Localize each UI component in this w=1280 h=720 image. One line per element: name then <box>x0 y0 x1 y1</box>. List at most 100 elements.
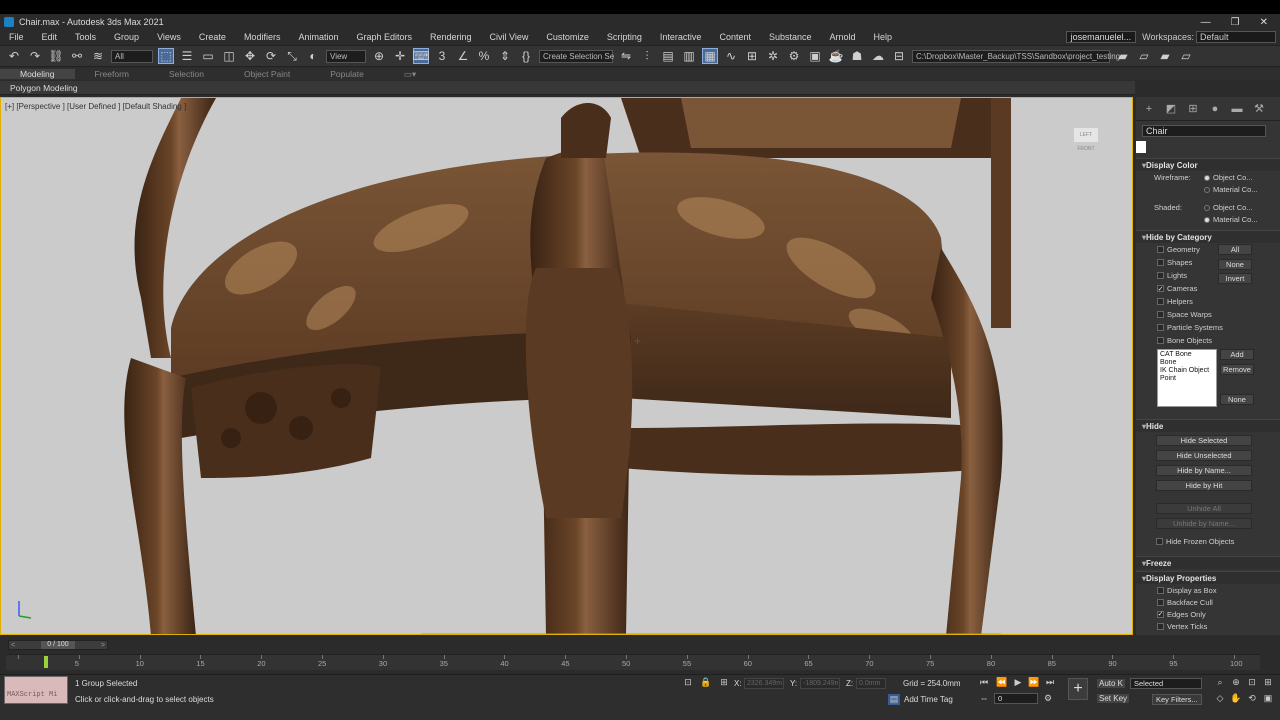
checkbox-checked[interactable]: ✓ <box>1157 610 1164 618</box>
project-folder-icon[interactable]: ▰ <box>1115 48 1131 64</box>
object-name-field[interactable]: Chair <box>1142 125 1266 137</box>
select-by-name-icon[interactable]: ☰ <box>179 48 195 64</box>
list-item[interactable]: IK Chain Object <box>1160 367 1214 375</box>
edges-only-row[interactable]: ✓ Edges Only <box>1151 608 1280 620</box>
zoom-icon[interactable]: ⌕ <box>1214 677 1226 688</box>
checkbox[interactable] <box>1157 337 1164 344</box>
checkbox[interactable] <box>1157 622 1164 630</box>
display-as-box-row[interactable]: Display as Box <box>1151 584 1280 596</box>
checkbox[interactable] <box>1157 586 1164 594</box>
hide-selected-button[interactable]: Hide Selected <box>1156 435 1252 446</box>
menu-rendering[interactable]: Rendering <box>421 32 481 42</box>
go-to-start-icon[interactable]: ⏮ <box>978 677 990 688</box>
selection-region-icon[interactable]: ▭ <box>200 48 216 64</box>
category-space-warps[interactable]: Space Warps <box>1151 308 1280 321</box>
menu-civil-view[interactable]: Civil View <box>481 32 538 42</box>
snaps-toggle-icon[interactable]: 3 <box>434 48 450 64</box>
track-bar[interactable]: 5 10 15 20 25 30 35 40 45 50 55 60 65 70 75 80 85 90 95 100 <box>6 654 1260 670</box>
hide-by-name-button[interactable]: Hide by Name... <box>1156 465 1252 476</box>
category-shapes[interactable]: Shapes <box>1151 256 1280 269</box>
render-in-cloud-icon[interactable]: ☁ <box>870 48 886 64</box>
toggle-ribbon-icon[interactable]: ▦ <box>702 48 718 64</box>
window-crossing-icon[interactable]: ◫ <box>221 48 237 64</box>
time-slider[interactable]: < 0 / 100 > <box>8 640 108 650</box>
absolute-mode-icon[interactable]: ⊞ <box>718 677 730 688</box>
mirror-icon[interactable]: ⇋ <box>618 48 634 64</box>
curve-editor-icon[interactable]: ∿ <box>723 48 739 64</box>
menu-tools[interactable]: Tools <box>66 32 105 42</box>
create-tab-icon[interactable]: + <box>1142 103 1156 115</box>
hide-frozen-row[interactable]: Hide Frozen Objects <box>1136 535 1280 548</box>
freeze-rollout[interactable]: Freeze <box>1136 556 1280 569</box>
render-setup-icon[interactable]: ⚙ <box>786 48 802 64</box>
render-production-icon[interactable]: ☕ <box>828 48 844 64</box>
reference-coordinate-dropdown[interactable]: View <box>326 49 366 63</box>
auto-key-button[interactable]: Auto K <box>1097 679 1126 688</box>
checkbox-checked[interactable]: ✓ <box>1157 285 1164 293</box>
minimize-button[interactable]: — <box>1201 17 1211 28</box>
checkbox[interactable] <box>1157 324 1164 331</box>
next-frame-icon[interactable]: ⏩ <box>1028 677 1040 688</box>
a360-gallery-icon[interactable]: ⊟ <box>891 48 907 64</box>
tab-selection[interactable]: Selection <box>149 69 224 79</box>
menu-help[interactable]: Help <box>865 32 902 42</box>
set-key-icon[interactable]: + <box>1068 678 1088 700</box>
previous-frame-icon[interactable]: ⏪ <box>996 677 1008 688</box>
checkbox[interactable] <box>1157 272 1164 279</box>
viewcube[interactable]: LEFT FRONT <box>1074 128 1098 152</box>
bone-type-list[interactable]: CAT Bone Bone IK Chain Object Point <box>1157 349 1217 407</box>
time-slider-value[interactable]: 0 / 100 <box>41 641 75 649</box>
spinner-snap-icon[interactable]: ⇕ <box>497 48 513 64</box>
hide-by-hit-button[interactable]: Hide by Hit <box>1156 480 1252 491</box>
go-to-end-icon[interactable]: ⏭ <box>1044 677 1056 688</box>
add-time-tag[interactable]: Add Time Tag <box>904 695 953 704</box>
pivot-center-icon[interactable]: ⊕ <box>371 48 387 64</box>
play-icon[interactable]: ▶ <box>1012 677 1024 688</box>
schematic-view-icon[interactable]: ⊞ <box>744 48 760 64</box>
current-frame-field[interactable]: 0 <box>994 693 1038 704</box>
category-all-button[interactable]: All <box>1218 244 1252 255</box>
user-account-dropdown[interactable]: josemanuelel... <box>1065 31 1137 43</box>
ribbon-options-icon[interactable]: ▭▾ <box>384 69 436 80</box>
time-tag-icon[interactable]: ▤ <box>888 694 900 705</box>
object-color-swatch[interactable] <box>1136 141 1146 153</box>
hide-by-category-rollout[interactable]: Hide by Category <box>1136 230 1280 243</box>
select-manipulate-icon[interactable]: ✛ <box>392 48 408 64</box>
y-coordinate-field[interactable]: -1809.249n <box>800 678 840 689</box>
maximize-viewport-icon[interactable]: ▣ <box>1262 693 1274 704</box>
vertex-ticks-row[interactable]: Vertex Ticks <box>1151 620 1280 632</box>
category-helpers[interactable]: Helpers <box>1151 295 1280 308</box>
edit-named-selection-icon[interactable]: {} <box>518 48 534 64</box>
link-icon[interactable]: ⛓ <box>48 48 64 64</box>
angle-snap-icon[interactable]: ∠ <box>455 48 471 64</box>
category-invert-button[interactable]: Invert <box>1218 273 1252 284</box>
unlink-icon[interactable]: ⚯ <box>69 48 85 64</box>
modify-tab-icon[interactable]: ◩ <box>1164 102 1178 115</box>
select-object-icon[interactable]: ⬚ <box>158 48 174 64</box>
key-mode-icon[interactable]: ⇔ <box>978 693 990 704</box>
open-folder-icon[interactable]: ▱ <box>1136 48 1152 64</box>
undo-icon[interactable]: ↶ <box>6 48 22 64</box>
category-bone-objects[interactable]: Bone Objects <box>1151 334 1280 347</box>
orbit-icon[interactable]: ⟲ <box>1246 693 1258 704</box>
pan-icon[interactable]: ✋ <box>1230 693 1242 704</box>
checkbox[interactable] <box>1157 311 1164 318</box>
add-button[interactable]: Add <box>1220 349 1254 360</box>
key-filters-button[interactable]: Key Filters... <box>1152 694 1202 705</box>
checkbox[interactable] <box>1156 538 1163 545</box>
toggle-scene-explorer-icon[interactable]: ▤ <box>660 48 676 64</box>
category-particle-systems[interactable]: Particle Systems <box>1151 321 1280 334</box>
checkbox[interactable] <box>1157 246 1164 253</box>
playhead[interactable] <box>44 656 48 668</box>
folder-settings-icon[interactable]: ▰ <box>1157 48 1173 64</box>
align-icon[interactable]: ⫶ <box>639 48 655 64</box>
menu-customize[interactable]: Customize <box>537 32 598 42</box>
display-properties-rollout[interactable]: Display Properties <box>1136 571 1280 584</box>
render-iterative-icon[interactable]: ☗ <box>849 48 865 64</box>
slider-prev-icon[interactable]: < <box>11 642 15 649</box>
list-item[interactable]: Bone <box>1160 359 1214 367</box>
selection-filter-dropdown[interactable]: All <box>111 49 153 63</box>
unhide-all-button[interactable]: Unhide All <box>1156 503 1252 514</box>
project-path-dropdown[interactable]: C:\Dropbox\Master_Backup\TSS\Sandbox\pro… <box>912 49 1120 63</box>
isolate-selection-icon[interactable]: ⊡ <box>682 677 694 688</box>
